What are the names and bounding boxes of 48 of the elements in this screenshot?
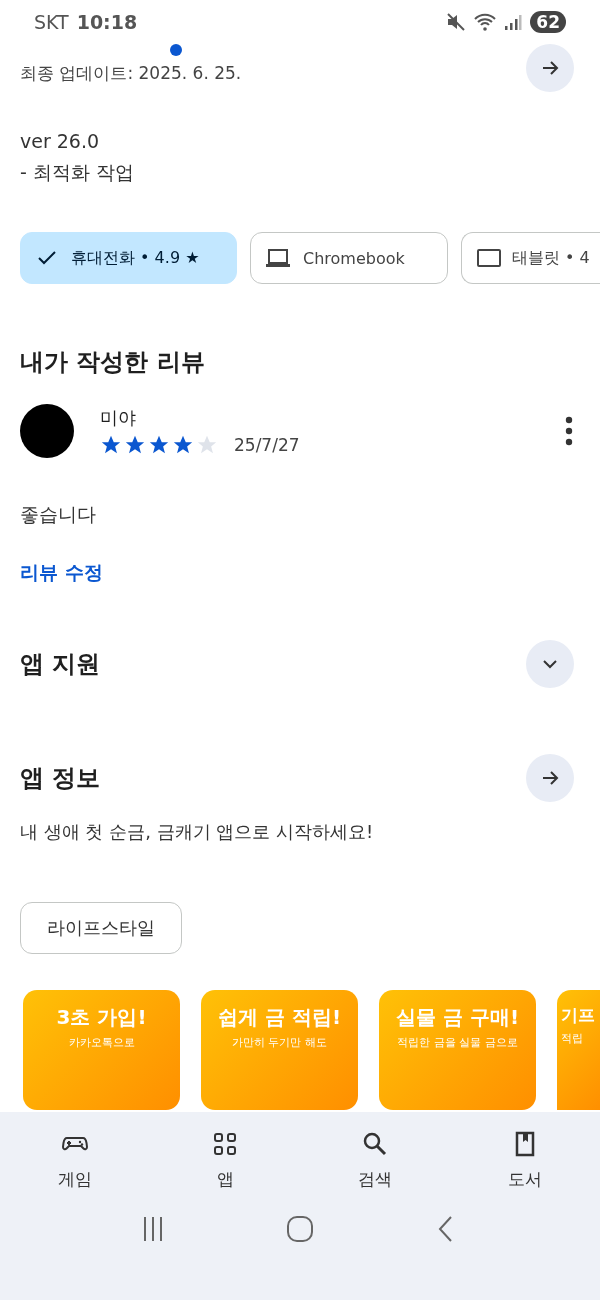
device-chip[interactable]: Chromebook bbox=[250, 232, 448, 284]
nav-tab[interactable]: 도서 bbox=[470, 1130, 580, 1191]
avatar bbox=[20, 404, 74, 458]
clock: 10:18 bbox=[76, 11, 138, 33]
screenshot-subtitle: 적립 bbox=[561, 1031, 583, 1046]
tablet-icon bbox=[476, 247, 502, 269]
app-description: 내 생애 첫 순금, 금캐기 앱으로 시작하세요! bbox=[19, 820, 375, 844]
new-indicator-dot bbox=[170, 44, 182, 56]
category-chip[interactable]: 라이프스타일 bbox=[20, 902, 182, 954]
edit-review-link[interactable]: 리뷰 수정 bbox=[0, 528, 123, 586]
signal-icon bbox=[504, 13, 523, 31]
screenshot-subtitle: 적립한 금을 실물 금으로 bbox=[397, 1035, 518, 1050]
release-note-line: - 최적화 작업 bbox=[20, 160, 135, 185]
star-icon bbox=[124, 434, 146, 456]
last-updated-text: 최종 업데이트: 2025. 6. 25. bbox=[20, 62, 243, 85]
star-icon bbox=[148, 434, 170, 456]
section-title: 앱 지원 bbox=[20, 649, 101, 680]
wifi-icon bbox=[474, 12, 497, 32]
screenshot-title: 기프 bbox=[561, 1004, 595, 1027]
section-title: 앱 정보 bbox=[20, 763, 101, 794]
arrow-button[interactable] bbox=[526, 754, 574, 802]
grid-icon bbox=[211, 1130, 239, 1158]
screenshot-title: 쉽게 금 적립! bbox=[217, 1004, 341, 1031]
carrier-label: SKT bbox=[34, 11, 69, 33]
nav-tab[interactable]: 게임 bbox=[20, 1130, 130, 1191]
battery-level: 62 bbox=[530, 11, 566, 33]
screenshot-title: 실물 금 구매! bbox=[395, 1004, 519, 1031]
laptop-icon bbox=[265, 247, 291, 269]
review-date: 25/7/27 bbox=[234, 435, 300, 455]
star-icon bbox=[100, 434, 122, 456]
arrow-button[interactable] bbox=[526, 44, 574, 92]
screenshot-title: 3초 가입! bbox=[56, 1004, 147, 1031]
home-icon[interactable] bbox=[286, 1215, 314, 1243]
star-icon bbox=[196, 434, 218, 456]
device-chip[interactable]: 태블릿 • 4 bbox=[461, 232, 600, 284]
nav-tab[interactable]: 앱 bbox=[170, 1130, 280, 1191]
device-chip[interactable]: 휴대전화 • 4.9 ★ bbox=[20, 232, 237, 284]
mute-icon bbox=[446, 12, 467, 32]
screenshot-subtitle: 가만히 두기만 해도 bbox=[232, 1035, 327, 1050]
reviewer-name: 미야 bbox=[100, 406, 137, 430]
nav-tab[interactable]: 검색 bbox=[320, 1130, 430, 1191]
search-icon bbox=[361, 1130, 389, 1158]
more-icon[interactable] bbox=[564, 416, 574, 446]
review-text: 좋습니다 bbox=[19, 502, 97, 527]
screenshot-subtitle: 카카오톡으로 bbox=[68, 1035, 135, 1050]
release-note-line: ver 26.0 bbox=[20, 130, 101, 152]
star-icon bbox=[172, 434, 194, 456]
section-title: 내가 작성한 리뷰 bbox=[20, 347, 205, 378]
